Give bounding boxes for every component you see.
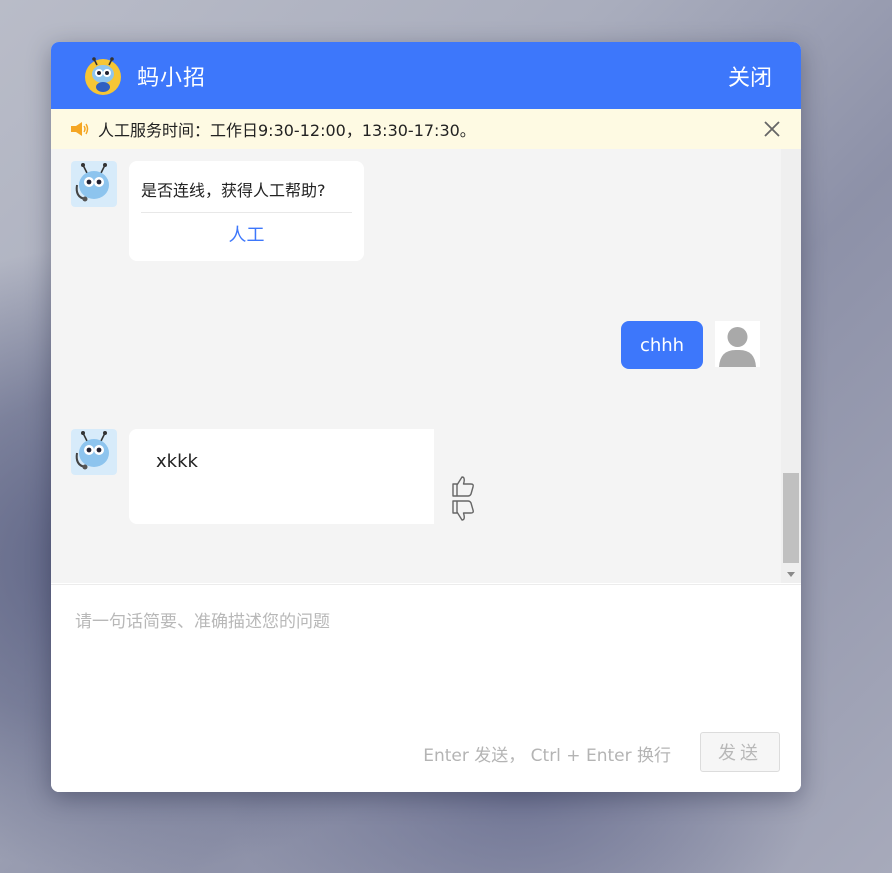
chat-window: 蚂小招 关闭 人工服务时间：工作日9:30-12:00，13:30-17:30。 bbox=[51, 42, 801, 792]
message-input[interactable] bbox=[75, 607, 775, 717]
scrollbar-thumb[interactable] bbox=[783, 473, 799, 563]
chat-area[interactable]: 是否连线，获得人工帮助? 人工 chhh xkkk bbox=[51, 149, 801, 583]
shortcut-hint: Enter 发送， Ctrl + Enter 换行 bbox=[423, 746, 671, 766]
user-avatar bbox=[715, 321, 760, 367]
bot-reply-text: xkkk bbox=[156, 451, 198, 472]
scroll-down-arrow[interactable] bbox=[787, 572, 795, 577]
transfer-to-human-link[interactable]: 人工 bbox=[141, 221, 352, 247]
bot-avatar bbox=[71, 161, 117, 207]
chat-scrollbar[interactable] bbox=[781, 149, 801, 583]
close-button[interactable]: 关闭 bbox=[728, 60, 772, 92]
thumbs-up-icon[interactable] bbox=[451, 475, 475, 497]
bot-prompt-bubble: 是否连线，获得人工帮助? 人工 bbox=[129, 161, 364, 261]
title-bar: 蚂小招 关闭 bbox=[51, 42, 801, 109]
user-message-text: chhh bbox=[639, 334, 685, 356]
bubble-divider bbox=[141, 212, 352, 213]
app-title: 蚂小招 bbox=[137, 65, 207, 91]
notice-text: 人工服务时间：工作日9:30-12:00，13:30-17:30。 bbox=[98, 121, 476, 140]
send-button[interactable]: 发送 bbox=[700, 732, 780, 772]
thumbs-down-icon[interactable] bbox=[451, 500, 475, 522]
bot-prompt-question: 是否连线，获得人工帮助? bbox=[141, 181, 326, 200]
bot-avatar bbox=[71, 429, 117, 475]
speaker-icon bbox=[71, 122, 89, 136]
service-hours-notice: 人工服务时间：工作日9:30-12:00，13:30-17:30。 bbox=[51, 109, 801, 149]
close-icon[interactable] bbox=[763, 120, 781, 138]
composer: Enter 发送， Ctrl + Enter 换行 发送 bbox=[51, 584, 801, 792]
user-message-bubble: chhh bbox=[621, 321, 703, 369]
ant-mascot-logo bbox=[85, 56, 121, 95]
bot-reply-bubble: xkkk bbox=[129, 429, 434, 524]
